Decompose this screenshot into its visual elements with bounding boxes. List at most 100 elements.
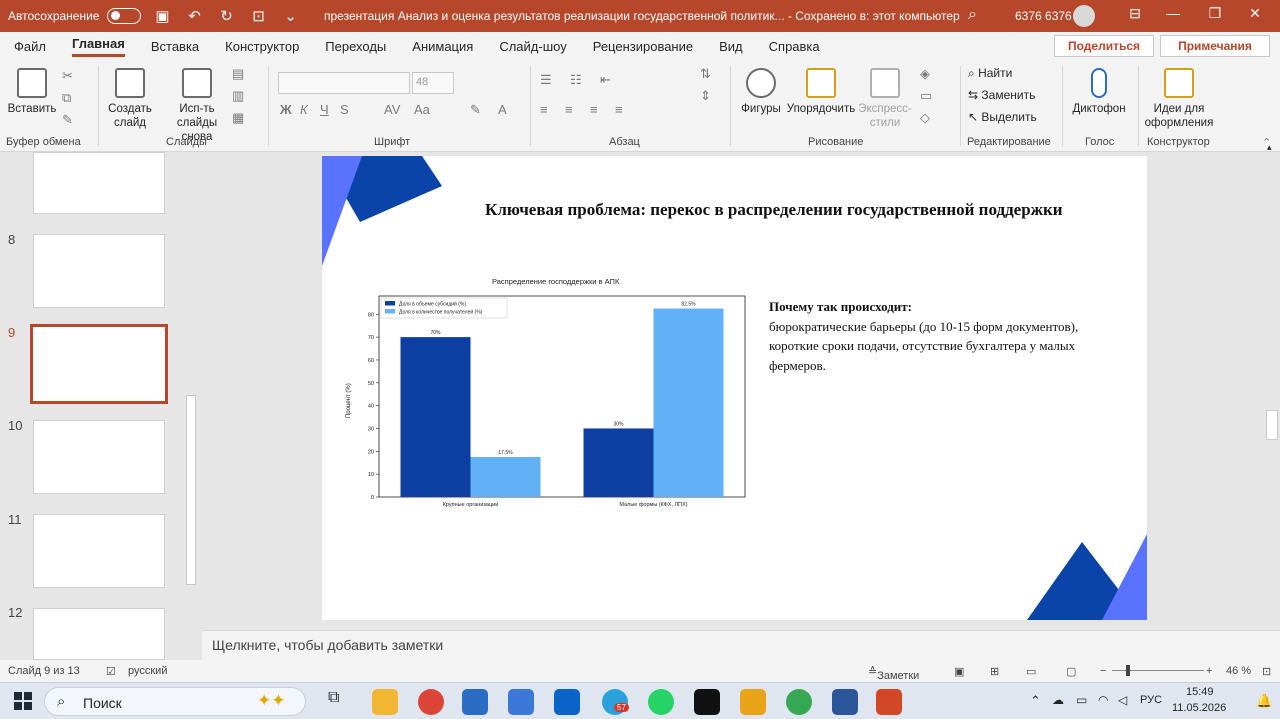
section-icon[interactable]: ▦ <box>232 110 244 126</box>
slide-body[interactable]: Почему так происходит: бюрократические б… <box>769 297 1114 375</box>
bullets-icon[interactable]: ☰ <box>540 72 552 88</box>
shape-outline-icon[interactable]: ▭ <box>920 88 932 104</box>
redo-icon[interactable]: ↻ <box>215 5 237 27</box>
onedrive-icon[interactable]: ☁ <box>1052 693 1064 707</box>
underline-icon[interactable]: Ч <box>320 102 329 117</box>
tab-design[interactable]: Конструктор <box>225 39 299 54</box>
app-icon[interactable] <box>740 689 766 715</box>
chrome-profile-icon[interactable] <box>786 689 812 715</box>
slide-thumbnail-12[interactable] <box>33 608 165 660</box>
scroll-thumb[interactable] <box>1266 410 1278 440</box>
slide-thumbnail-10[interactable] <box>33 420 165 494</box>
slideshow-view-icon[interactable]: ▢ <box>1066 665 1076 678</box>
paste-button[interactable]: Вставить <box>6 68 58 116</box>
slide-title[interactable]: Ключевая проблема: перекос в распределен… <box>485 200 1063 220</box>
highlight-icon[interactable]: ✎ <box>470 102 481 118</box>
present-icon[interactable]: ⊡ <box>247 5 269 27</box>
notes-toggle-button[interactable]: ≙ Заметки <box>868 665 919 682</box>
whatsapp-icon[interactable] <box>648 689 674 715</box>
zoom-in-icon[interactable]: + <box>1206 665 1212 677</box>
tab-slideshow[interactable]: Слайд-шоу <box>499 39 566 54</box>
network-icon[interactable]: ▭ <box>1076 693 1087 707</box>
replace-button[interactable]: ⇆ Заменить <box>968 88 1035 102</box>
reuse-slides-button[interactable]: Исп-ть слайды снова <box>164 68 230 144</box>
scroll-thumb[interactable] <box>186 395 196 585</box>
search-icon[interactable]: ⌕ <box>968 6 977 24</box>
shapes-button[interactable]: Фигуры <box>738 68 784 116</box>
chrome-icon[interactable] <box>418 689 444 715</box>
align-left-icon[interactable]: ≡ <box>540 102 548 117</box>
copy-icon[interactable]: ⧉ <box>62 90 71 106</box>
close-icon[interactable]: ✕ <box>1240 5 1270 27</box>
align-text-icon[interactable]: ⇕ <box>700 88 711 104</box>
fit-to-window-icon[interactable]: ⊡ <box>1262 665 1271 678</box>
layout-icon[interactable]: ▤ <box>232 66 244 82</box>
new-slide-button[interactable]: Создать слайд <box>104 68 156 130</box>
input-language[interactable]: РУС <box>1140 694 1162 706</box>
case-icon[interactable]: Aa <box>414 102 430 117</box>
comments-button[interactable]: Примечания <box>1160 35 1270 57</box>
tab-home[interactable]: Главная <box>71 36 125 57</box>
volume-icon[interactable]: ◁ <box>1118 693 1127 707</box>
tab-view[interactable]: Вид <box>719 39 743 54</box>
tray-chevron-icon[interactable]: ⌃ <box>1030 693 1041 709</box>
app-icon[interactable] <box>694 689 720 715</box>
numbering-icon[interactable]: ☷ <box>570 72 582 88</box>
font-color-icon[interactable]: A <box>498 102 507 117</box>
bold-icon[interactable]: Ж <box>280 102 292 117</box>
tab-animations[interactable]: Анимация <box>412 39 473 54</box>
bar-chart[interactable]: Процент (%) 0 10 20 30 40 50 60 70 80 70% 17.5% 30… <box>340 288 760 528</box>
slide-9[interactable]: Ключевая проблема: перекос в распределен… <box>322 156 1147 620</box>
customize-qat-icon[interactable]: ⌄ <box>279 5 301 27</box>
shape-fill-icon[interactable]: ◈ <box>920 66 930 82</box>
font-size-select[interactable]: 48 <box>412 72 454 94</box>
slide-thumbnail-8[interactable] <box>33 234 165 308</box>
windows-start-icon[interactable] <box>14 692 32 710</box>
zoom-slider-thumb[interactable] <box>1126 665 1130 676</box>
clock-date[interactable]: 11.05.2026 <box>1172 702 1226 714</box>
autosave-toggle[interactable] <box>107 8 142 24</box>
tab-help[interactable]: Справка <box>769 39 820 54</box>
dictate-button[interactable]: Диктофон <box>1070 68 1128 116</box>
task-view-icon[interactable]: ⧉ <box>328 689 354 715</box>
powerpoint-icon[interactable] <box>876 689 902 715</box>
share-button[interactable]: Поделиться <box>1054 35 1154 57</box>
align-right-icon[interactable]: ≡ <box>590 102 598 117</box>
indent-icon[interactable]: ⇤ <box>600 72 611 88</box>
restore-icon[interactable]: ❐ <box>1200 5 1230 27</box>
slide-thumbnail-11[interactable] <box>33 514 165 588</box>
user-name[interactable]: 6376 6376 <box>1015 9 1072 23</box>
word-icon[interactable] <box>832 689 858 715</box>
ribbon-display-icon[interactable]: ⊟ <box>1120 5 1150 27</box>
font-name-select[interactable] <box>278 72 410 94</box>
taskbar-search[interactable]: ⌕ Поиск ✦✦ <box>44 687 306 716</box>
file-explorer-icon[interactable] <box>372 689 398 715</box>
select-button[interactable]: ↖ Выделить <box>968 110 1037 124</box>
scroll-up-icon[interactable]: ▴ <box>1267 142 1272 153</box>
reading-view-icon[interactable]: ▭ <box>1026 665 1036 678</box>
cut-icon[interactable]: ✂ <box>62 68 73 84</box>
shadow-icon[interactable]: S <box>340 102 349 117</box>
slide-thumbnail-9[interactable] <box>30 324 168 404</box>
shape-effects-icon[interactable]: ◇ <box>920 110 930 126</box>
zoom-out-icon[interactable]: − <box>1100 665 1106 677</box>
arrange-button[interactable]: Упорядочить <box>786 68 856 116</box>
avatar[interactable] <box>1073 5 1095 27</box>
reset-icon[interactable]: ▥ <box>232 88 244 104</box>
tab-insert[interactable]: Вставка <box>151 39 199 54</box>
normal-view-icon[interactable]: ▣ <box>954 665 964 678</box>
spacing-icon[interactable]: AV <box>384 102 400 117</box>
notifications-icon[interactable]: 🔔 <box>1256 693 1272 709</box>
text-direction-icon[interactable]: ⇅ <box>700 66 711 82</box>
save-icon[interactable]: ▣ <box>151 5 173 27</box>
tab-transitions[interactable]: Переходы <box>325 39 386 54</box>
minimize-icon[interactable]: — <box>1158 5 1188 27</box>
language-indicator[interactable]: русский <box>128 665 167 677</box>
tab-file[interactable]: Файл <box>14 39 46 54</box>
format-painter-icon[interactable]: ✎ <box>62 112 73 128</box>
align-center-icon[interactable]: ≡ <box>565 102 573 117</box>
zoom-level[interactable]: 46 % <box>1226 665 1251 677</box>
slide-scrollbar[interactable]: ▴ <box>1264 142 1280 630</box>
spellcheck-icon[interactable]: ☑ <box>106 665 116 678</box>
thumbnail-scrollbar[interactable] <box>184 155 198 660</box>
